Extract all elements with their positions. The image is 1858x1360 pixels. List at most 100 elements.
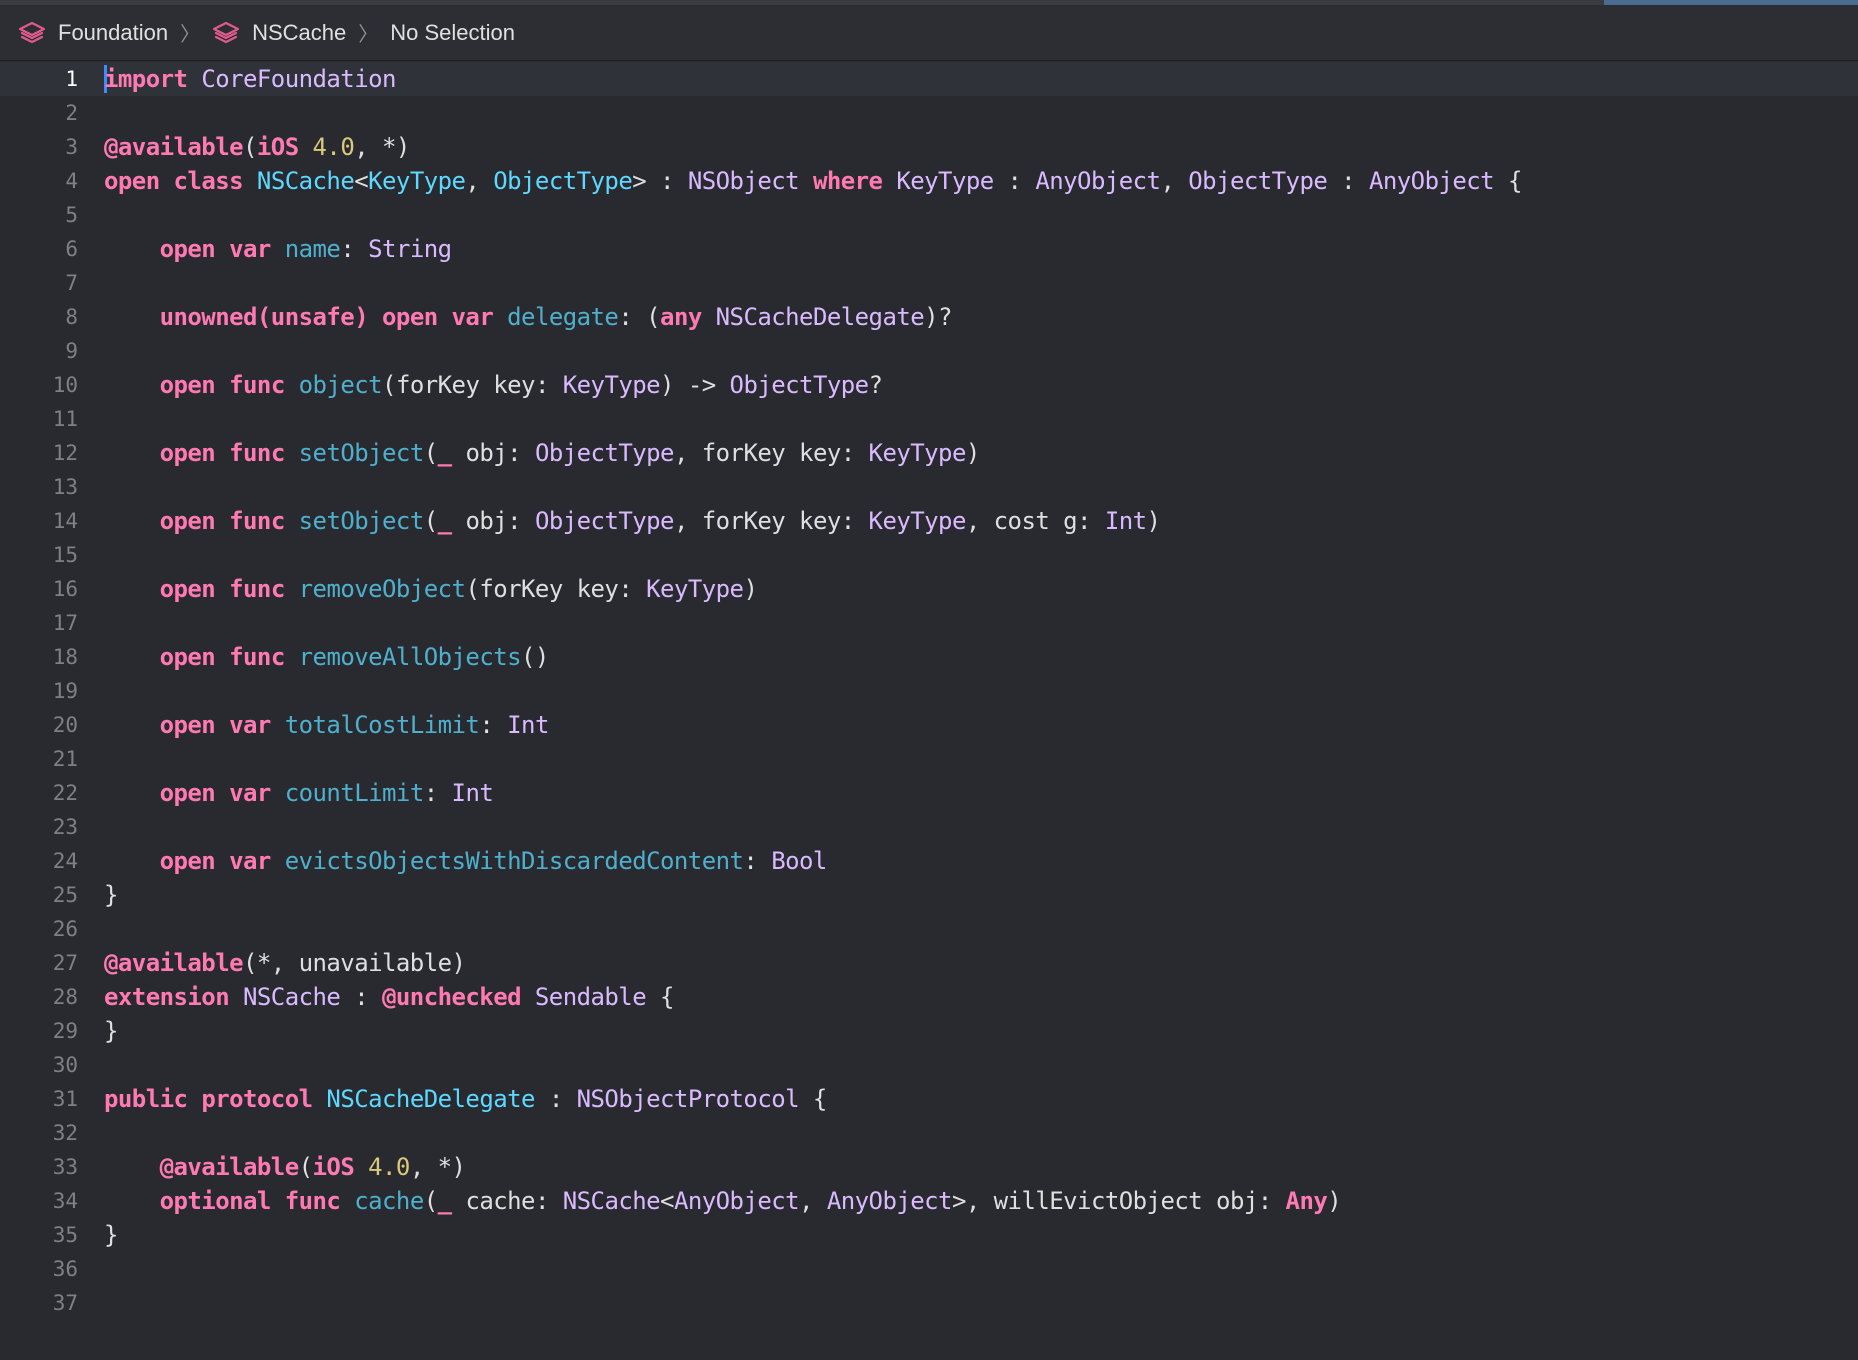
code-line[interactable]: 37 [0,1286,1858,1320]
code-token: ObjectType [493,167,633,195]
breadcrumb-foundation[interactable]: Foundation [18,20,168,46]
code-line[interactable]: 26 [0,912,1858,946]
code-line[interactable]: 5 [0,198,1858,232]
code-line[interactable]: 18 open func removeAllObjects() [0,640,1858,674]
code-token: , *) [409,1153,466,1181]
code-line[interactable]: 22 open var countLimit: Int [0,776,1858,810]
code-line[interactable]: 4 open class NSCache<KeyType, ObjectType>… [0,164,1858,198]
code-token: class [173,167,244,195]
code-token: ObjectType [729,371,870,399]
code-line[interactable]: 11 [0,402,1858,436]
code-token: ? [868,371,883,399]
breadcrumb-label: No Selection [390,19,515,45]
code-token: : [479,711,508,739]
code-line[interactable]: 31 public protocol NSCacheDelegate : NSOb… [0,1082,1858,1116]
line-number: 21 [52,747,78,771]
code-token: evictsObjectsWithDiscardedContent [284,847,744,875]
code-line[interactable]: 3 @available(iOS 4.0, *) [0,130,1858,164]
code-token: ( [423,507,438,535]
code-token: : [423,779,452,807]
source-editor[interactable]: 1 import CoreFoundation 2 3 @available(iOS 4… [0,62,1858,1360]
code-line[interactable]: 34 optional func cache(_ cache: NSCache<… [0,1184,1858,1218]
line-number: 34 [52,1189,78,1213]
code-token: (forKey key: [382,371,563,399]
code-line[interactable]: 12 open func setObject(_ obj: ObjectType… [0,436,1858,470]
code-token: KeyType [868,507,967,535]
breadcrumb-nscache[interactable]: NSCache [212,20,346,46]
code-token: , forKey key: [673,507,869,535]
code-token: delegate [507,303,619,331]
code-token: } [104,1017,118,1045]
code-line[interactable]: 16 open func removeObject(forKey key: Ke… [0,572,1858,606]
code-line[interactable]: 1 import CoreFoundation [0,62,1858,96]
code-token: < [354,167,369,195]
code-token: func [229,371,285,399]
code-text: open var name: String [104,235,453,263]
code-line[interactable]: 13 [0,470,1858,504]
code-text: optional func cache(_ cache: NSCache<Any… [104,1187,1342,1215]
code-line[interactable]: 8 unowned(unsafe) open var delegate: (an… [0,300,1858,334]
line-number: 2 [65,101,78,125]
code-line[interactable]: 36 [0,1252,1858,1286]
code-text: import CoreFoundation [104,65,396,93]
code-line[interactable]: 21 [0,742,1858,776]
code-line[interactable]: 15 [0,538,1858,572]
line-number: 23 [52,815,78,839]
breadcrumb-label: Foundation [58,19,169,45]
code-line[interactable]: 9 [0,334,1858,368]
code-token: @available [104,133,244,161]
code-token: name [284,235,341,263]
code-line[interactable]: 27 @available(*, unavailable) [0,946,1858,980]
code-line[interactable]: 19 [0,674,1858,708]
code-token: object [298,371,383,399]
code-token: setObject [298,507,425,535]
code-line[interactable]: 29} [0,1014,1858,1048]
code-line[interactable]: 14 open func setObject(_ obj: ObjectType… [0,504,1858,538]
line-number: 22 [52,781,78,805]
code-line[interactable]: 7 [0,266,1858,300]
code-text: open func setObject(_ obj: ObjectType, f… [104,439,981,467]
code-token: open [159,371,216,399]
code-line[interactable]: 17 [0,606,1858,640]
line-number: 12 [52,441,78,465]
code-token: var [229,711,271,739]
code-token: NSObjectProtocol [576,1085,800,1113]
code-line[interactable]: 32 [0,1116,1858,1150]
code-text: open func object(forKey key: KeyType) ->… [104,371,883,399]
code-token: optional [159,1187,272,1215]
code-token: NSObject [687,167,800,195]
code-text: } [104,1221,118,1249]
code-token: > : [632,167,688,195]
code-token: CoreFoundation [201,65,396,93]
line-number: 18 [52,645,78,669]
line-number: 11 [52,407,78,431]
line-number: 1 [65,67,78,91]
code-line[interactable]: 6 open var name: String [0,232,1858,266]
code-line[interactable]: 10 open func object(forKey key: KeyType)… [0,368,1858,402]
code-text: } [104,1017,118,1045]
code-line[interactable]: 25} [0,878,1858,912]
code-line[interactable]: 20 open var totalCostLimit: Int [0,708,1858,742]
code-line[interactable]: 24 open var evictsObjectsWithDiscardedCo… [0,844,1858,878]
code-line[interactable]: 2 [0,96,1858,130]
chevron-right-icon: 〉 [358,24,379,46]
breadcrumb-no-selection[interactable]: No Selection [390,20,515,46]
code-token: NSCache [256,167,355,195]
code-line[interactable]: 35} [0,1218,1858,1252]
code-line[interactable]: 28 extension NSCache : @unchecked Sendabl… [0,980,1858,1014]
line-number: 31 [52,1087,78,1111]
code-line[interactable]: 33 @available(iOS 4.0, *) [0,1150,1858,1184]
code-line[interactable]: 23 [0,810,1858,844]
line-number: 25 [52,883,78,907]
code-line[interactable]: 30 [0,1048,1858,1082]
code-token: open [159,711,216,739]
